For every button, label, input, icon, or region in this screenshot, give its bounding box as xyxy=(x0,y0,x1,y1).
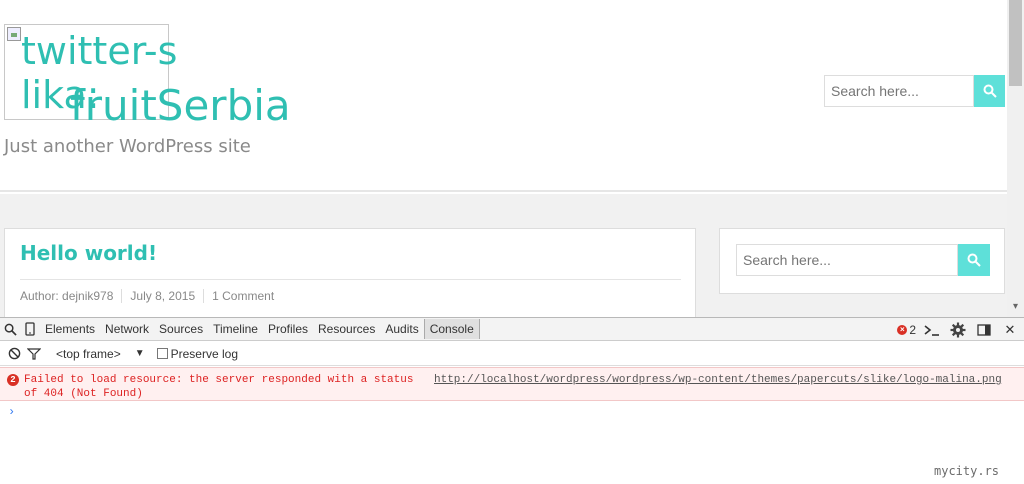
preserve-log-option[interactable]: Preserve log xyxy=(156,346,238,361)
dock-side-icon[interactable] xyxy=(974,320,994,340)
console-drawer-icon[interactable] xyxy=(922,320,942,340)
devtools-panel: Elements Network Sources Timeline Profil… xyxy=(0,317,1024,484)
error-count: 2 xyxy=(909,322,916,337)
inspect-search-icon[interactable] xyxy=(0,319,20,339)
content-area: Hello world! Author: dejnik978 July 8, 2… xyxy=(0,194,1007,317)
chevron-down-icon: ▼ xyxy=(134,348,145,359)
preserve-log-label: Preserve log xyxy=(170,346,238,361)
frame-selector-label: <top frame> xyxy=(56,346,121,361)
console-filter-bar: <top frame> ▼ Preserve log xyxy=(0,342,1024,366)
sidebar-search-widget xyxy=(719,228,1005,294)
post-title[interactable]: Hello world! xyxy=(20,241,157,265)
error-count-badge: 2 xyxy=(7,374,19,386)
devtools-toolbar: Elements Network Sources Timeline Profil… xyxy=(0,318,1024,341)
error-counter[interactable]: × 2 xyxy=(897,323,916,337)
close-devtools-icon[interactable]: ✕ xyxy=(1000,320,1020,340)
console-error-message: 2 Failed to load resource: the server re… xyxy=(0,367,1024,401)
search-icon xyxy=(983,84,997,98)
console-prompt-icon[interactable]: › xyxy=(8,405,15,419)
post-comments[interactable]: 1 Comment xyxy=(203,289,282,303)
tab-network[interactable]: Network xyxy=(100,319,154,339)
settings-gear-icon[interactable] xyxy=(948,320,968,340)
preserve-log-checkbox[interactable] xyxy=(156,348,168,359)
sidebar-search-form xyxy=(736,244,990,276)
scroll-down-arrow-icon[interactable]: ▾ xyxy=(1010,301,1021,313)
site-description: Just another WordPress site xyxy=(4,136,251,157)
header-search-form xyxy=(824,75,1005,107)
error-text: Failed to load resource: the server resp… xyxy=(24,374,414,400)
tab-profiles[interactable]: Profiles xyxy=(263,319,313,339)
scrollbar-thumb[interactable] xyxy=(1009,0,1022,86)
header-search-input[interactable] xyxy=(824,75,974,107)
error-icon: × xyxy=(897,324,908,335)
post-meta: Author: dejnik978 July 8, 2015 1 Comment xyxy=(20,289,282,303)
broken-image-icon xyxy=(7,27,21,41)
browser-viewport: twitter-slika: fruitSerbia Just another … xyxy=(0,0,1024,317)
post-author[interactable]: Author: dejnik978 xyxy=(20,289,121,303)
header-search-button[interactable] xyxy=(974,75,1005,107)
tab-timeline[interactable]: Timeline xyxy=(208,319,263,339)
sidebar-search-input[interactable] xyxy=(736,244,958,276)
devtools-toolbar-right: × 2 ✕ xyxy=(897,318,1020,341)
error-resource-link[interactable]: http://localhost/wordpress/wordpress/wp-… xyxy=(434,373,1002,387)
tab-console[interactable]: Console xyxy=(423,319,480,339)
frame-selector[interactable]: <top frame> ▼ xyxy=(56,347,145,361)
page-scrollbar[interactable]: ▾ xyxy=(1007,0,1024,317)
site-header: twitter-slika: fruitSerbia Just another … xyxy=(0,0,1007,192)
sidebar-search-button[interactable] xyxy=(958,244,990,276)
tab-resources[interactable]: Resources xyxy=(313,319,380,339)
filter-funnel-icon[interactable] xyxy=(24,344,44,364)
clear-console-icon[interactable] xyxy=(4,344,24,364)
tab-audits[interactable]: Audits xyxy=(380,319,423,339)
post-date[interactable]: July 8, 2015 xyxy=(121,289,203,303)
search-icon xyxy=(967,253,981,267)
post-divider xyxy=(20,279,681,280)
device-mode-icon[interactable] xyxy=(20,319,40,339)
site-title[interactable]: fruitSerbia xyxy=(70,80,291,132)
tab-elements[interactable]: Elements xyxy=(40,319,100,339)
tab-sources[interactable]: Sources xyxy=(154,319,208,339)
watermark: mycity.rs xyxy=(934,464,1000,478)
post-card: Hello world! Author: dejnik978 July 8, 2… xyxy=(4,228,696,317)
